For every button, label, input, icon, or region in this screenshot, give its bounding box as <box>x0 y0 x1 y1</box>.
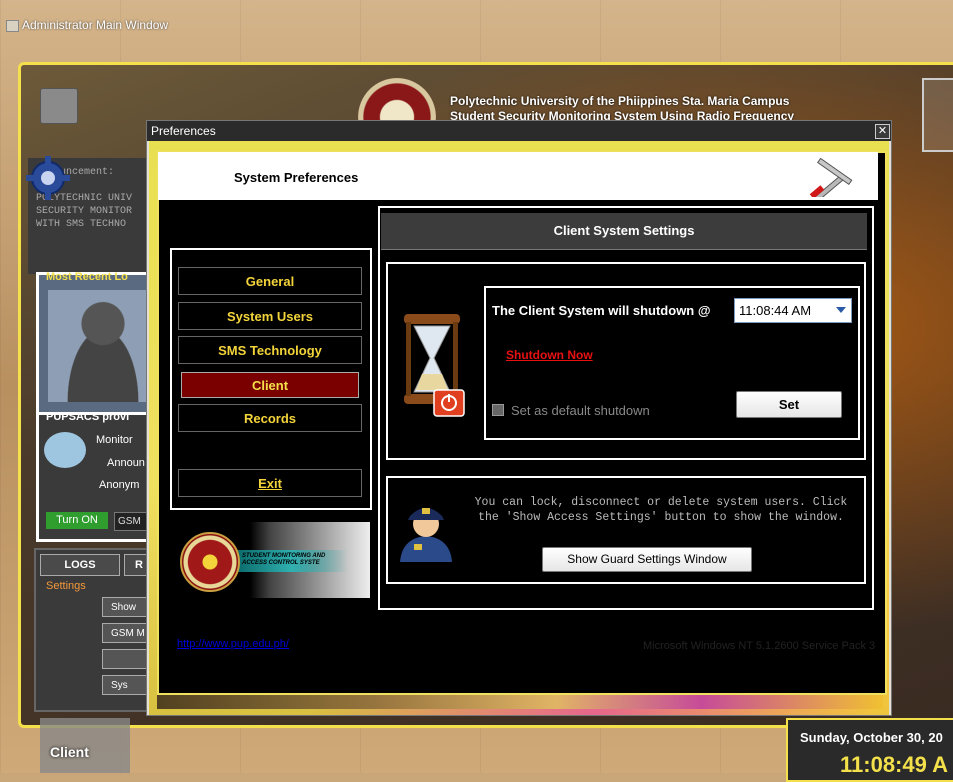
gear-icon <box>26 156 70 200</box>
side-button-sys[interactable]: Sys <box>102 675 152 695</box>
client-tile-label: Client <box>50 744 89 760</box>
preferences-title: System Preferences <box>234 170 359 185</box>
main-window-title: Administrator Main Window <box>22 18 169 32</box>
shutdown-now-link[interactable]: Shutdown Now <box>506 348 593 362</box>
default-shutdown-checkbox[interactable] <box>492 404 504 416</box>
shutdown-label: The Client System will shutdown @ <box>492 303 711 318</box>
app-icon <box>6 20 19 32</box>
side-button-blank[interactable] <box>102 649 152 669</box>
exit-button[interactable]: Exit <box>178 469 362 497</box>
side-button-show[interactable]: Show <box>102 597 152 617</box>
chevron-down-icon[interactable] <box>836 307 846 313</box>
dialog-titlebar[interactable]: Preferences ✕ <box>147 121 891 141</box>
show-guard-settings-button[interactable]: Show Guard Settings Window <box>542 547 752 572</box>
side-button-gsm[interactable]: GSM M <box>102 623 152 643</box>
dialog-title: Preferences <box>151 124 216 138</box>
guard-icon <box>400 508 452 562</box>
guard-description: You can lock, disconnect or delete syste… <box>474 496 848 524</box>
avatar-placeholder <box>48 290 158 402</box>
turn-on-button[interactable]: Turn ON <box>46 512 108 529</box>
close-icon[interactable]: ✕ <box>875 124 890 139</box>
pupsacs-line: Anonym <box>99 479 140 491</box>
logs-button[interactable]: LOGS <box>40 554 120 576</box>
pup-website-link[interactable]: http://www.pup.edu.ph/ <box>177 638 289 650</box>
shutdown-time-picker[interactable]: 11:08:44 AM <box>734 298 852 323</box>
nav-general[interactable]: General <box>178 267 362 295</box>
binoculars-icon[interactable] <box>40 88 78 124</box>
nav-system-users[interactable]: System Users <box>178 302 362 330</box>
panel-title: Client System Settings <box>381 213 867 250</box>
date-text: Sunday, October 30, 20 <box>800 730 943 745</box>
tools-icon <box>809 157 853 197</box>
clock-text: 11:08:49 A <box>840 752 949 777</box>
nav-records[interactable]: Records <box>178 404 362 432</box>
nav-sms-technology[interactable]: SMS Technology <box>178 336 362 364</box>
hourglass-icon <box>404 314 465 417</box>
pupsacs-line: Monitor <box>96 434 133 446</box>
logo-text: STUDENT MONITORING AND ACCESS CONTROL SY… <box>242 553 326 566</box>
set-button[interactable]: Set <box>736 391 842 418</box>
nav-client[interactable]: Client <box>181 372 359 398</box>
most-recent-label: Most Recent Lo <box>46 271 128 283</box>
right-panel-edge <box>922 78 953 152</box>
pupsacs-label: PUPSACS provi <box>46 411 130 423</box>
default-shutdown-label: Set as default shutdown <box>511 403 650 418</box>
university-seal-icon <box>180 532 240 592</box>
settings-label: Settings <box>46 580 86 592</box>
pupsacs-line: Announ <box>107 457 145 469</box>
mail-icon <box>44 432 86 468</box>
os-version-text: Microsoft Windows NT 5.1.2600 Service Pa… <box>643 640 876 652</box>
